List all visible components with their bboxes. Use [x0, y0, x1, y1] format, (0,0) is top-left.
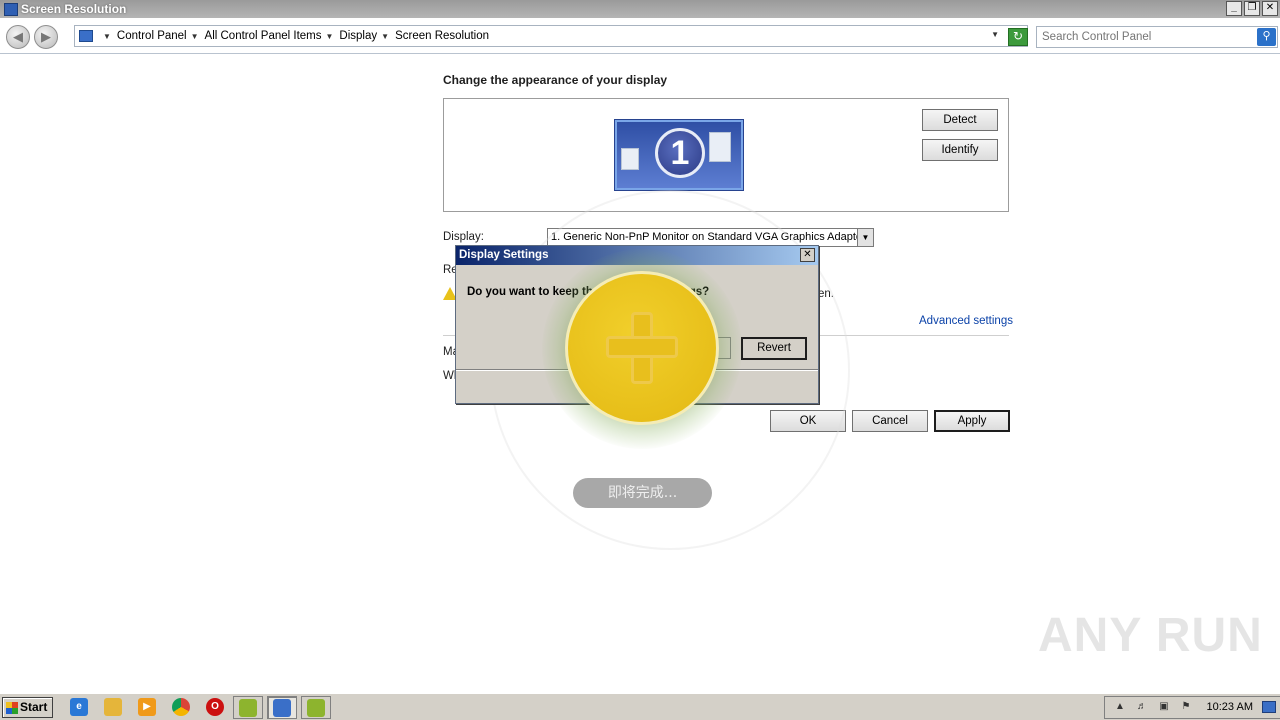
chrome-icon[interactable] — [172, 698, 190, 716]
monitor-window-graphic — [621, 148, 639, 170]
monitor-preview-panel: 1 Detect Identify — [443, 98, 1009, 212]
search-box[interactable]: ⚲ — [1036, 26, 1278, 48]
forward-button[interactable]: ▶ — [34, 25, 58, 49]
breadcrumb[interactable]: ▼ Control Panel ▼ All Control Panel Items… — [74, 25, 1028, 47]
loading-plus-icon — [565, 271, 719, 425]
show-hidden-icons-icon[interactable]: ▲ — [1113, 701, 1127, 715]
chevron-down-icon[interactable]: ▼ — [191, 32, 199, 41]
breadcrumb-label: Display — [339, 30, 378, 42]
search-input[interactable] — [1037, 31, 1252, 43]
window-title: Screen Resolution — [21, 2, 127, 16]
breadcrumb-label: Control Panel — [116, 30, 187, 42]
breadcrumb-control-panel[interactable]: Control Panel ▼ — [117, 30, 205, 42]
monitor-window-graphic — [709, 132, 731, 162]
internet-explorer-icon[interactable]: e — [70, 698, 88, 716]
detect-button[interactable]: Detect — [922, 109, 998, 131]
show-desktop-icon[interactable] — [1262, 701, 1276, 713]
action-center-flag-icon[interactable]: ⚑ — [1179, 701, 1193, 715]
refresh-button[interactable]: ↻ — [1008, 28, 1028, 46]
taskbar-task-installer-2[interactable] — [301, 696, 331, 719]
breadcrumb-screen-resolution[interactable]: Screen Resolution — [395, 30, 489, 42]
address-history-dropdown-icon[interactable]: ▼ — [991, 30, 999, 39]
dialog-close-button[interactable]: ✕ — [800, 248, 815, 262]
chevron-down-icon[interactable]: ▼ — [326, 32, 334, 41]
control-panel-icon — [79, 30, 93, 42]
screen-resolution-app-icon — [4, 2, 18, 16]
start-label: Start — [20, 700, 48, 714]
progress-status: 即将完成... — [573, 478, 712, 508]
display-icon — [273, 699, 291, 717]
explorer-folder-icon[interactable] — [104, 698, 122, 716]
installer-icon — [239, 699, 257, 717]
revert-button[interactable]: Revert — [741, 337, 807, 360]
media-player-icon[interactable]: ▶ — [138, 698, 156, 716]
breadcrumb-all-items[interactable]: All Control Panel Items ▼ — [205, 30, 340, 42]
volume-icon[interactable]: ♬ — [1135, 701, 1149, 715]
chevron-down-icon: ▼ — [103, 31, 111, 41]
back-arrow-icon: ◀ — [13, 29, 23, 44]
cancel-button[interactable]: Cancel — [852, 410, 928, 432]
address-bar: ◀ ▶ ▼ Control Panel ▼ All Control Panel I… — [0, 18, 1280, 54]
window-controls: _ ❐ ✕ — [1226, 1, 1278, 16]
advanced-settings-link[interactable]: Advanced settings — [919, 315, 1013, 327]
network-icon[interactable]: ▣ — [1157, 701, 1171, 715]
minimize-button[interactable]: _ — [1226, 1, 1242, 16]
search-icon[interactable]: ⚲ — [1257, 28, 1276, 46]
identify-button[interactable]: Identify — [922, 139, 998, 161]
plus-horizontal-bar — [606, 336, 678, 358]
monitor-1-icon[interactable]: 1 — [615, 120, 743, 190]
opera-icon[interactable]: O — [206, 698, 224, 716]
breadcrumb-display[interactable]: Display ▼ — [339, 30, 395, 42]
monitor-number: 1 — [655, 128, 705, 178]
breadcrumb-root-arrow[interactable]: ▼ — [99, 32, 117, 41]
display-label: Display: — [443, 231, 484, 243]
title-bar: Screen Resolution _ ❐ ✕ — [0, 0, 1280, 18]
forward-arrow-icon: ▶ — [41, 29, 51, 44]
back-button[interactable]: ◀ — [6, 25, 30, 49]
start-button[interactable]: Start — [2, 697, 53, 718]
page-title: Change the appearance of your display — [443, 73, 668, 87]
installer-icon — [307, 699, 325, 717]
chevron-down-icon[interactable]: ▼ — [381, 32, 389, 41]
taskbar-task-installer[interactable] — [233, 696, 263, 719]
refresh-icon: ↻ — [1012, 29, 1024, 43]
clock[interactable]: 10:23 AM — [1207, 701, 1253, 713]
taskbar: Start e ▶ O ▲ ♬ ▣ ⚑ 10:23 AM — [0, 693, 1280, 720]
restore-button[interactable]: ❐ — [1244, 1, 1260, 16]
breadcrumb-label: All Control Panel Items — [204, 30, 322, 42]
taskbar-task-screen-resolution[interactable] — [267, 696, 297, 719]
anyrun-watermark: ANY RUN — [1038, 609, 1263, 662]
apply-button[interactable]: Apply — [934, 410, 1010, 432]
chevron-down-icon[interactable]: ▼ — [857, 229, 873, 246]
close-button[interactable]: ✕ — [1262, 1, 1278, 16]
system-tray: ▲ ♬ ▣ ⚑ 10:23 AM — [1104, 696, 1280, 719]
windows-logo-icon — [6, 702, 18, 714]
breadcrumb-label: Screen Resolution — [395, 30, 490, 42]
